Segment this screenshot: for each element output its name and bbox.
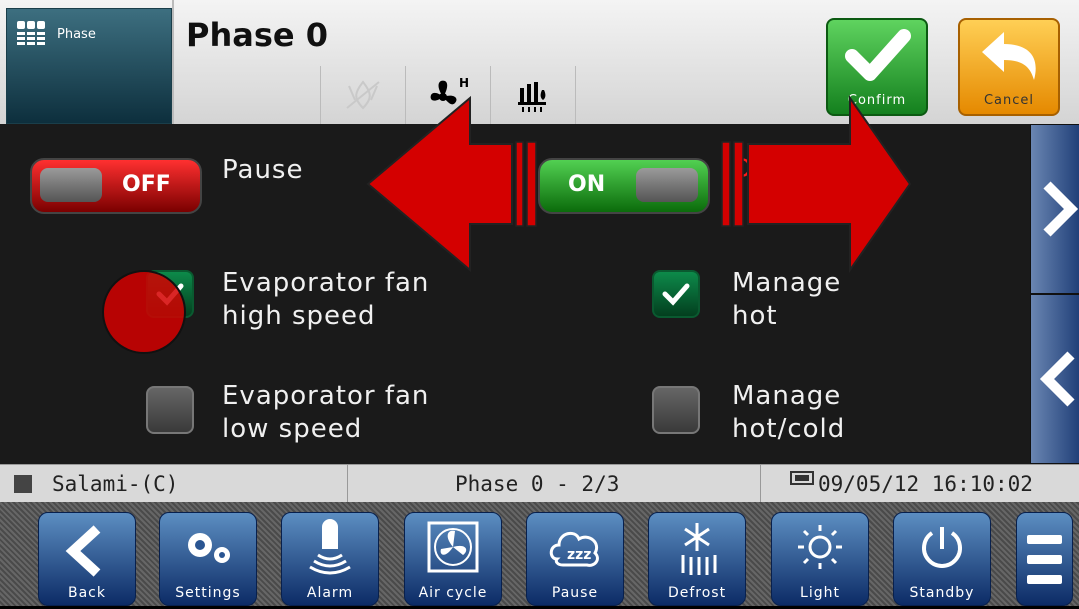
bell-icon (309, 519, 351, 575)
dripping-label: Dripping (732, 154, 852, 184)
dripping-toggle[interactable]: ON (538, 158, 710, 214)
manage-hot-checkbox[interactable] (652, 270, 700, 318)
checkmark-icon (845, 29, 911, 81)
defrost-label: Defrost (667, 585, 727, 601)
manage-hot-cold-checkbox[interactable] (652, 386, 700, 434)
pause-toggle-state: OFF (122, 172, 171, 197)
more-menu-button[interactable] (1016, 512, 1073, 606)
defrost-button[interactable]: Defrost (648, 512, 746, 606)
bottom-toolbar: Back Settings Alarm Air cycle zzz Pause … (0, 502, 1079, 606)
label-line: Evaporator fan (222, 381, 430, 411)
label-line: high speed (222, 301, 376, 331)
gears-icon (188, 533, 230, 563)
previous-page-button[interactable] (1030, 294, 1079, 464)
fan-icon (427, 521, 479, 573)
alarm-label: Alarm (306, 585, 354, 601)
snowflake-icon (681, 523, 717, 575)
hamburger-icon (1027, 535, 1062, 584)
sun-icon (798, 525, 842, 569)
toggle-knob (40, 168, 102, 202)
status-divider (760, 465, 761, 503)
program-square-icon (14, 475, 32, 493)
sleep-icon: zzz (549, 531, 599, 567)
standby-label: Standby (909, 585, 975, 601)
label-line: Manage (732, 381, 842, 411)
checkmark-icon (662, 283, 690, 306)
back-button[interactable]: Back (38, 512, 136, 606)
label-line: hot/cold (732, 414, 846, 444)
manage-hot-label: Manage hot (732, 267, 841, 333)
confirm-label: Confirm (847, 93, 907, 108)
cancel-button[interactable]: Cancel (958, 18, 1060, 116)
status-divider (347, 465, 348, 503)
dripping-toggle-state: ON (568, 172, 606, 197)
chevron-right-icon (1043, 181, 1079, 237)
phase-tile-label: Phase (57, 27, 96, 42)
svg-text:zzz: zzz (567, 547, 591, 563)
confirm-button[interactable]: Confirm (826, 18, 928, 116)
svg-text:H: H (459, 76, 469, 90)
air-cycle-label: Air cycle (418, 585, 488, 601)
manage-hot-cold-label: Manage hot/cold (732, 380, 845, 446)
power-icon (922, 527, 962, 568)
checkmark-icon (156, 283, 184, 306)
evaporator-fan-low-label: Evaporator fan low speed (222, 380, 429, 446)
program-name: Salami-(C) (52, 472, 179, 496)
page-nav-column (1030, 124, 1079, 464)
standby-button[interactable]: Standby (893, 512, 991, 606)
header-bar: Phase Phase 0 H Confirm Cancel (0, 0, 1079, 124)
fan-high-icon: H (405, 66, 490, 124)
air-cycle-button[interactable]: Air cycle (404, 512, 502, 606)
phase-icons-row: H (320, 66, 576, 124)
alarm-button[interactable]: Alarm (281, 512, 379, 606)
undo-icon (982, 32, 1036, 80)
chevron-left-icon (1039, 351, 1075, 407)
pause-label: Pause (222, 155, 304, 185)
back-icon (65, 525, 101, 577)
cancel-label: Cancel (983, 93, 1035, 108)
next-page-button[interactable] (1030, 124, 1079, 294)
phase-menu-button[interactable]: Phase (6, 8, 172, 124)
pause-toggle[interactable]: OFF (30, 158, 202, 214)
evaporator-fan-low-checkbox[interactable] (146, 386, 194, 434)
datetime: 09/05/12 16:10:02 (818, 472, 1033, 496)
page-title: Phase 0 (186, 16, 328, 54)
back-label: Back (68, 585, 106, 601)
light-button[interactable]: Light (771, 512, 869, 606)
label-line: low speed (222, 414, 363, 444)
drip-disabled-icon (320, 66, 405, 124)
usb-icon (790, 471, 814, 485)
settings-button[interactable]: Settings (159, 512, 257, 606)
pause-label: Pause (551, 585, 599, 601)
light-label: Light (800, 585, 840, 601)
status-bar: Salami-(C) Phase 0 - 2/3 09/05/12 16:10:… (0, 464, 1079, 504)
toggle-knob (636, 168, 698, 202)
label-line: Manage (732, 268, 842, 298)
evaporator-fan-high-label: Evaporator fan high speed (222, 267, 429, 333)
settings-label: Settings (175, 585, 241, 601)
label-line: Evaporator fan (222, 268, 430, 298)
dripping-icon (490, 66, 576, 124)
label-line: hot (732, 301, 778, 331)
pause-button[interactable]: zzz Pause (526, 512, 624, 606)
evaporator-fan-high-checkbox[interactable] (146, 270, 194, 318)
grid-menu-icon (17, 21, 45, 45)
phase-counter: Phase 0 - 2/3 (455, 472, 620, 496)
header-divider (172, 0, 174, 124)
